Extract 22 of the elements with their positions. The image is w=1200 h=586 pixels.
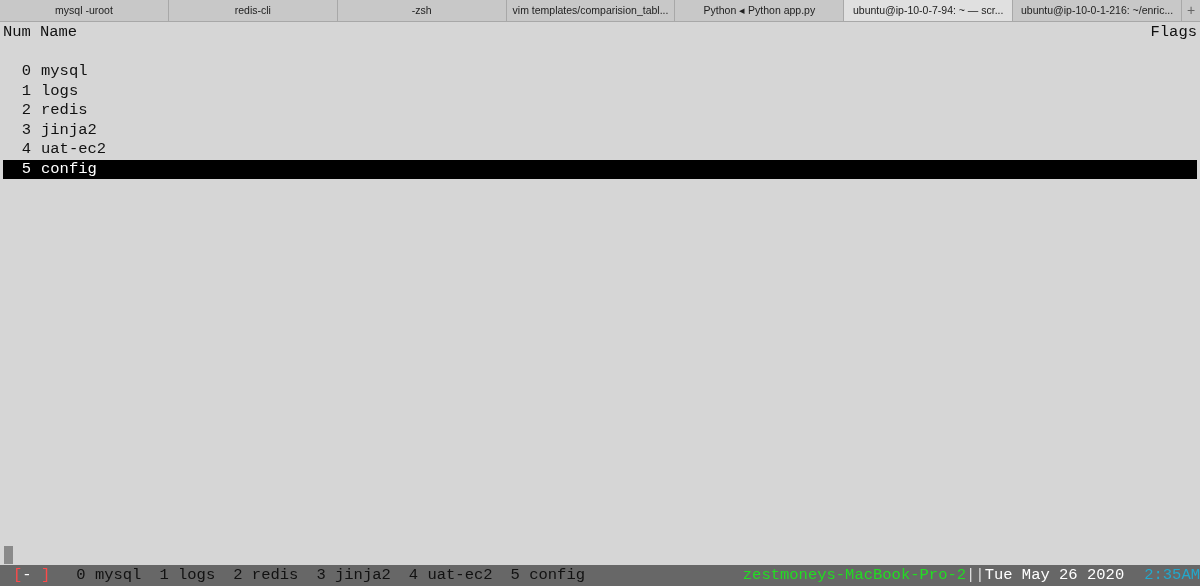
window-list-row[interactable]: 5 config (3, 159, 1197, 179)
mode-indicator: [- ] (13, 564, 51, 586)
window-list-row[interactable]: 1 logs (3, 81, 1197, 101)
separator: || (966, 564, 985, 586)
window-list-row[interactable]: 3 jinja2 (3, 120, 1197, 140)
window-list-row[interactable]: 4 uat-ec2 (3, 140, 1197, 160)
window-list-row[interactable]: 2 redis (3, 101, 1197, 121)
terminal-tab[interactable]: vim templates/comparision_tabl... (506, 0, 676, 21)
window-list-row[interactable]: 0 mysql (3, 62, 1197, 82)
terminal-tab[interactable]: Python ◂ Python app.py (675, 0, 845, 21)
column-header: Flags (1150, 23, 1197, 43)
terminal-tab[interactable]: -zsh (337, 0, 507, 21)
terminal-tab[interactable]: ubuntu@ip-10-0-1-216: ~/enric... (1013, 0, 1182, 21)
date: Tue May 26 2020 (984, 564, 1125, 586)
hostname: zestmoneys-MacBook-Pro-2 (742, 564, 967, 586)
column-header: Name (39, 23, 78, 43)
terminal-tab[interactable]: redis-cli (168, 0, 338, 21)
terminal-tab[interactable]: ubuntu@ip-10-0-7-94: ~ — scr... (844, 0, 1014, 21)
column-header: Num (3, 23, 31, 43)
time: 2:35AM (1144, 564, 1200, 586)
cursor-icon (4, 546, 13, 564)
terminal-tab[interactable]: mysql -uroot (0, 0, 169, 21)
